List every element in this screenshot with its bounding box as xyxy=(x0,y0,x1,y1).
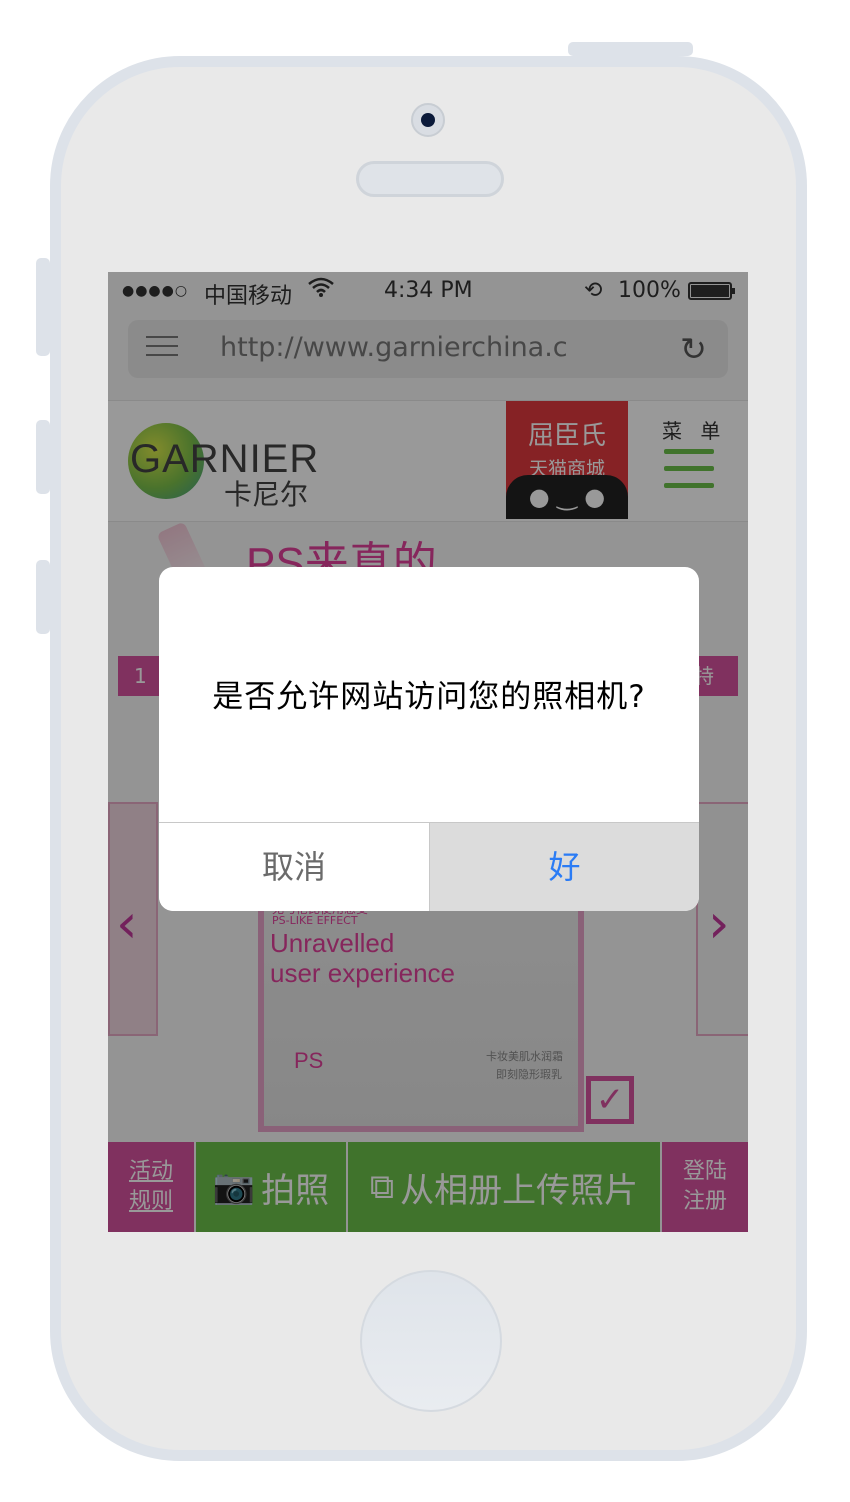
front-camera xyxy=(411,103,445,137)
phone-side-button-top xyxy=(568,42,693,56)
phone-mute-switch xyxy=(36,258,50,356)
ok-button[interactable]: 好 xyxy=(430,823,699,911)
phone-screen: ●●●●○ 中国移动 4:34 PM ⟲ 100% http://www.gar… xyxy=(108,272,748,1232)
home-button[interactable] xyxy=(360,1270,502,1412)
cancel-button[interactable]: 取消 xyxy=(159,823,429,911)
dialog-message: 是否允许网站访问您的照相机? xyxy=(212,679,646,715)
phone-volume-up xyxy=(36,420,50,494)
earpiece-speaker xyxy=(356,161,504,197)
camera-permission-dialog: 是否允许网站访问您的照相机? 取消 好 xyxy=(159,567,699,911)
phone-volume-down xyxy=(36,560,50,634)
